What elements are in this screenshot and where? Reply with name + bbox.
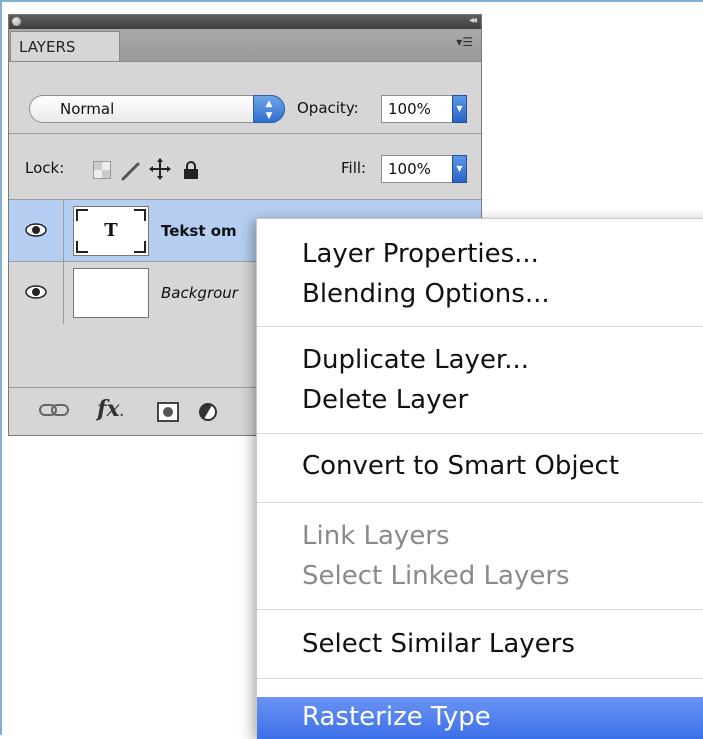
menu-separator [257,433,703,434]
corner-mark [134,209,146,221]
lock-image-pixels-icon[interactable] [121,161,141,185]
tab-layers[interactable]: LAYERS [10,31,120,61]
layer-mask-icon[interactable] [157,402,179,427]
opacity-dropdown-icon[interactable]: ▼ [452,95,467,123]
menu-item-select-linked-layers: Select Linked Layers [302,561,570,591]
lock-position-icon[interactable] [149,158,171,184]
fill-field[interactable]: 100% ▼ [381,155,467,183]
eye-icon [25,284,47,303]
fill-label: Fill: [341,159,367,177]
menu-separator [257,678,703,679]
visibility-toggle[interactable] [9,200,64,262]
menu-item-duplicate-layer[interactable]: Duplicate Layer... [302,345,529,375]
menu-item-select-similar-layers[interactable]: Select Similar Layers [302,629,575,659]
visibility-toggle[interactable] [9,262,64,324]
opacity-field[interactable]: 100% ▼ [381,95,467,123]
collapse-icon[interactable]: ◂◂ [469,15,477,26]
blend-mode-select[interactable]: Normal ▲ ▼ [29,95,285,123]
menu-item-convert-to-smart-object[interactable]: Convert to Smart Object [302,451,619,481]
layer-name[interactable]: Tekst om [161,222,237,240]
lock-all-icon[interactable] [183,161,199,183]
menu-item-highlight[interactable]: Rasterize Type [257,697,703,739]
link-icon[interactable] [39,402,69,423]
menu-item-blending-options[interactable]: Blending Options... [302,279,550,309]
layer-thumbnail [73,268,149,318]
eye-icon [25,222,47,241]
corner-mark [76,241,88,253]
fill-dropdown-icon[interactable]: ▼ [452,155,467,183]
panel-tab-row: LAYERS ▾☰ [9,29,481,62]
menu-separator [257,502,703,503]
panel-titlebar: ◂◂ [9,15,481,29]
stepper-icon: ▲ ▼ [253,95,285,123]
lock-transparent-pixels-icon[interactable] [93,161,111,183]
menu-separator [257,609,703,610]
menu-item-rasterize-type[interactable]: Rasterize Type [302,702,491,732]
context-menu: Layer Properties... Blending Options... … [256,218,703,739]
menu-item-layer-properties[interactable]: Layer Properties... [302,239,539,269]
menu-separator [257,326,703,327]
divider [9,133,481,134]
layer-name[interactable]: Backgrour [161,284,238,302]
fx-icon[interactable]: fx. [97,396,124,422]
panel-menu-icon[interactable]: ▾☰ [456,35,473,49]
menu-item-link-layers: Link Layers [302,521,450,551]
opacity-label: Opacity: [297,99,359,117]
corner-mark [134,241,146,253]
layer-thumbnail: T [73,206,149,256]
adjustment-layer-icon[interactable] [197,402,219,427]
corner-mark [76,209,88,221]
lock-label: Lock: [25,159,65,177]
blend-mode-value: Normal [60,100,115,118]
close-icon[interactable] [12,17,21,26]
opacity-value: 100% [388,100,431,118]
fill-value: 100% [388,160,431,178]
menu-item-delete-layer[interactable]: Delete Layer [302,385,468,415]
